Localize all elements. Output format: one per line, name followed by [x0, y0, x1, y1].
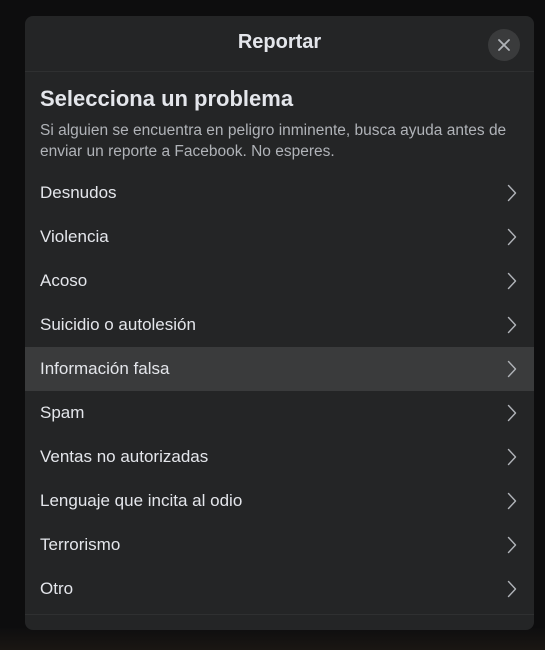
section-description: Si alguien se encuentra en peligro inmin…	[40, 122, 507, 160]
list-bottom-divider	[25, 614, 534, 615]
list-item-desnudos[interactable]: Desnudos	[25, 171, 534, 215]
chevron-right-icon	[507, 228, 517, 246]
chevron-right-icon	[507, 448, 517, 466]
report-dialog: Reportar Selecciona un problema Si algui…	[25, 16, 534, 630]
dialog-header: Reportar	[25, 16, 534, 72]
list-item-acoso[interactable]: Acoso	[25, 259, 534, 303]
problem-list: Desnudos Violencia Acoso Suicidio o auto…	[25, 171, 534, 611]
chevron-right-icon	[507, 536, 517, 554]
list-item-terrorismo[interactable]: Terrorismo	[25, 523, 534, 567]
list-item-informacion-falsa[interactable]: Información falsa	[25, 347, 534, 391]
chevron-right-icon	[507, 580, 517, 598]
list-item-suicidio[interactable]: Suicidio o autolesión	[25, 303, 534, 347]
list-item-label: Spam	[40, 403, 85, 422]
list-item-label: Terrorismo	[40, 535, 121, 554]
list-item-label: Desnudos	[40, 183, 117, 202]
close-icon	[498, 39, 510, 51]
section-title: Selecciona un problema	[40, 86, 294, 111]
chevron-right-icon	[507, 492, 517, 510]
list-item-label: Ventas no autorizadas	[40, 447, 209, 466]
list-item-spam[interactable]: Spam	[25, 391, 534, 435]
chevron-right-icon	[507, 316, 517, 334]
list-item-label: Suicidio o autolesión	[40, 315, 196, 334]
list-item-violencia[interactable]: Violencia	[25, 215, 534, 259]
list-item-label: Acoso	[40, 271, 88, 290]
list-item-lenguaje-odio[interactable]: Lenguaje que incita al odio	[25, 479, 534, 523]
chevron-right-icon	[507, 404, 517, 422]
list-item-label: Información falsa	[40, 359, 170, 378]
chevron-right-icon	[507, 184, 517, 202]
chevron-right-icon	[507, 360, 517, 378]
close-button[interactable]	[488, 29, 520, 61]
list-item-label: Otro	[40, 579, 74, 598]
list-item-label: Lenguaje que incita al odio	[40, 491, 243, 510]
dialog-title: Reportar	[237, 31, 322, 53]
backdrop-bottom-strip	[0, 628, 545, 650]
list-item-label: Violencia	[40, 227, 109, 246]
list-item-ventas-no-autorizadas[interactable]: Ventas no autorizadas	[25, 435, 534, 479]
list-item-otro[interactable]: Otro	[25, 567, 534, 611]
chevron-right-icon	[507, 272, 517, 290]
